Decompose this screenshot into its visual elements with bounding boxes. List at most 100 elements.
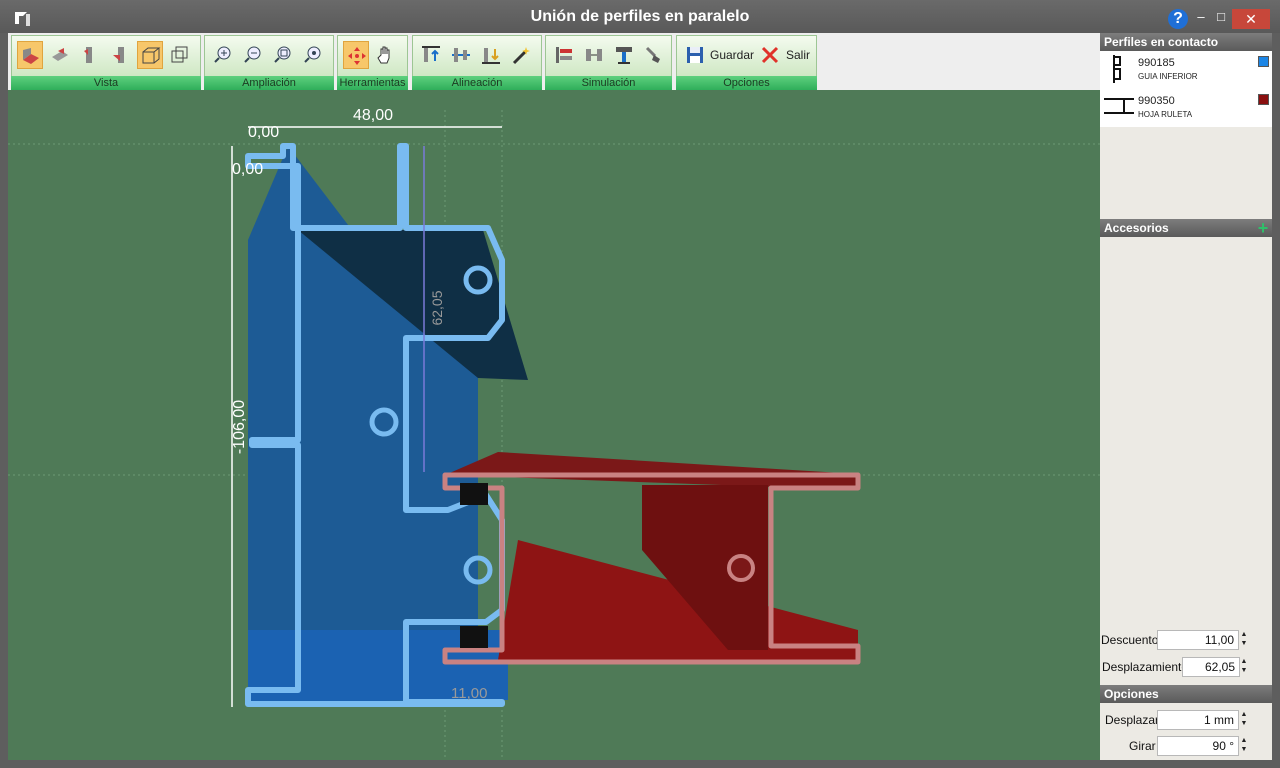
desplazar-spinner[interactable]: ▲ ▼ xyxy=(1240,710,1248,730)
view-front-button[interactable] xyxy=(17,41,43,69)
sim-gap-icon xyxy=(586,49,602,61)
add-accessory-button[interactable]: + xyxy=(1256,219,1270,237)
view-box-button[interactable] xyxy=(167,41,193,69)
zoom-out-icon xyxy=(244,46,261,63)
seal-brush-top xyxy=(460,483,488,505)
sim-brush-button[interactable] xyxy=(641,41,667,69)
title-bar: Unión de perfiles en paralelo ? – □ ✕ xyxy=(0,0,1280,33)
group-ampliacion: Ampliación xyxy=(204,35,334,90)
exit-button[interactable]: Salir xyxy=(786,48,810,62)
sim-tool-icon xyxy=(616,47,632,64)
sim-profiles-button[interactable] xyxy=(551,41,577,69)
save-icon xyxy=(687,47,703,63)
desplazar-label: Desplazar xyxy=(1105,713,1160,727)
contact-profiles-list: 990185 GUIA INFERIOR 990350 HOJA RULETA xyxy=(1100,51,1272,127)
dim-discount-label: 11,00 xyxy=(451,685,488,702)
exit-icon xyxy=(761,46,779,64)
group-label-vista: Vista xyxy=(11,76,201,90)
zoom-fit-icon xyxy=(274,46,291,63)
group-opciones: Guardar Salir Opciones xyxy=(676,35,817,90)
help-button[interactable]: ? xyxy=(1168,9,1188,29)
sim-profiles-icon xyxy=(556,47,572,63)
profile-code: 990185 xyxy=(1138,57,1175,69)
exit-icon-button[interactable] xyxy=(757,41,783,69)
profile-name: GUIA INFERIOR xyxy=(1138,72,1198,81)
descuento-spinner[interactable]: ▲ ▼ xyxy=(1240,630,1248,650)
seal-brush-bottom xyxy=(460,626,488,648)
side-panel: Perfiles en contacto 990185 GUIA INFERIO… xyxy=(1100,33,1272,760)
guide-profile-icon xyxy=(1113,55,1121,83)
view-side-icon xyxy=(52,48,68,61)
profile-color-swatch[interactable] xyxy=(1258,56,1269,67)
close-button[interactable]: ✕ xyxy=(1232,9,1270,29)
align-middle-icon xyxy=(452,48,470,62)
accessories-header: Accesorios + xyxy=(1100,219,1272,237)
pan-tool-button[interactable] xyxy=(373,41,399,69)
zoom-out-button[interactable] xyxy=(240,41,266,69)
group-simulacion: Simulación xyxy=(545,35,672,90)
desplazar-input[interactable]: 1 mm xyxy=(1157,710,1239,730)
dim-height-label: -106,00 xyxy=(231,399,248,455)
group-label-herramientas: Herramientas xyxy=(337,76,408,90)
profile-name: HOJA RULETA xyxy=(1138,110,1193,119)
group-label-alineacion: Alineación xyxy=(412,76,542,90)
group-alineacion-buttons xyxy=(412,35,542,77)
view-left-icon xyxy=(84,47,92,63)
view-box-icon xyxy=(171,46,188,63)
desplazamiento-label: Desplazamiento xyxy=(1102,660,1189,674)
sash-profile-icon xyxy=(1104,98,1134,114)
group-ampliacion-buttons xyxy=(204,35,334,77)
window-title: Unión de perfiles en paralelo xyxy=(530,8,750,25)
group-simulacion-buttons xyxy=(545,35,672,77)
group-label-opciones: Opciones xyxy=(676,76,817,90)
dim-origin-y-label: 0,00 xyxy=(232,161,264,178)
magic-wand-button[interactable] xyxy=(508,41,534,69)
girar-spinner[interactable]: ▲ ▼ xyxy=(1240,736,1248,756)
desplazamiento-spinner[interactable]: ▲ ▼ xyxy=(1240,657,1248,677)
minimize-button[interactable]: – xyxy=(1190,8,1212,26)
view-side-button[interactable] xyxy=(47,41,73,69)
align-top-button[interactable] xyxy=(418,41,444,69)
profile-viewport[interactable]: 48,00 0,00 0,00 -106,00 62,05 11,00 xyxy=(8,90,1100,760)
red-profile-top-face xyxy=(445,452,858,490)
profile-drawing xyxy=(8,110,1100,760)
view-perspective-button[interactable] xyxy=(137,41,163,69)
contact-profiles-header: Perfiles en contacto xyxy=(1100,33,1272,51)
descuento-label: Descuento xyxy=(1101,633,1159,647)
sim-brush-icon xyxy=(645,46,660,63)
sim-gap-button[interactable] xyxy=(581,41,607,69)
align-bottom-button[interactable] xyxy=(478,41,504,69)
options-header: Opciones xyxy=(1100,685,1272,703)
group-opciones-buttons: Guardar Salir xyxy=(676,35,817,77)
pan-hand-icon xyxy=(377,46,390,64)
group-vista-buttons xyxy=(11,35,201,77)
zoom-in-button[interactable] xyxy=(210,41,236,69)
group-alineacion: Alineación xyxy=(412,35,542,90)
sim-tool-button[interactable] xyxy=(611,41,637,69)
save-button[interactable]: Guardar xyxy=(710,48,754,62)
dim-width-label: 48,00 xyxy=(353,107,394,124)
accessories-title: Accesorios xyxy=(1104,221,1169,235)
view-right-button[interactable] xyxy=(107,41,133,69)
zoom-fit-button[interactable] xyxy=(270,41,296,69)
zoom-all-icon xyxy=(304,46,321,63)
group-label-simulacion: Simulación xyxy=(545,76,672,90)
view-right-icon xyxy=(113,47,124,63)
move-tool-button[interactable] xyxy=(343,41,369,69)
profile-list-item[interactable]: 990350 HOJA RULETA xyxy=(1100,89,1272,127)
save-icon-button[interactable] xyxy=(682,41,708,69)
girar-input[interactable]: 90 ° xyxy=(1157,736,1239,756)
view-left-button[interactable] xyxy=(77,41,103,69)
group-herramientas-buttons xyxy=(337,35,408,77)
desplazamiento-input[interactable]: 62,05 xyxy=(1182,657,1240,677)
maximize-button[interactable]: □ xyxy=(1210,8,1232,26)
window-bottom-border xyxy=(0,760,1280,768)
align-bottom-icon xyxy=(482,48,500,64)
profile-color-swatch[interactable] xyxy=(1258,94,1269,105)
align-middle-button[interactable] xyxy=(448,41,474,69)
group-vista: Vista xyxy=(11,35,201,90)
group-label-ampliacion: Ampliación xyxy=(204,76,334,90)
profile-list-item[interactable]: 990185 GUIA INFERIOR xyxy=(1100,51,1272,89)
zoom-all-button[interactable] xyxy=(300,41,326,69)
descuento-input[interactable]: 11,00 xyxy=(1157,630,1239,650)
